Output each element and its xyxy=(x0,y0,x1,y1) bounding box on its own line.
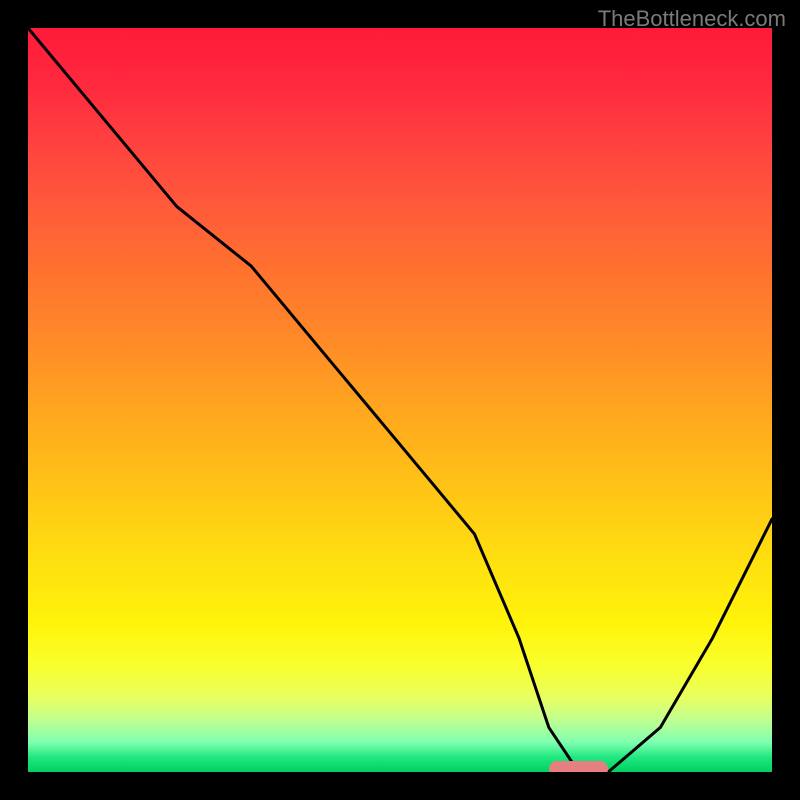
plot-area xyxy=(28,28,772,772)
curve-path xyxy=(28,28,772,772)
watermark-text: TheBottleneck.com xyxy=(598,6,786,32)
bottleneck-curve xyxy=(28,28,772,772)
optimal-marker xyxy=(549,761,609,772)
